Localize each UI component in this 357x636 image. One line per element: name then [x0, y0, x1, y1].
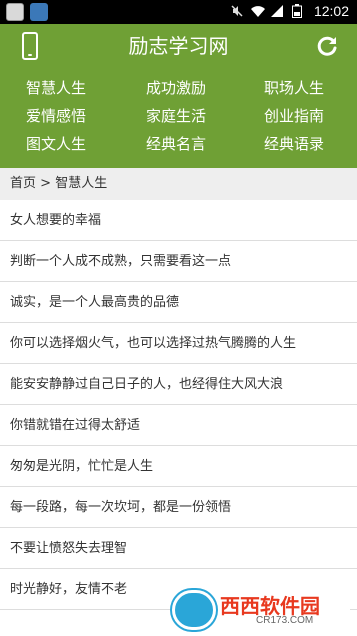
list-item[interactable]: 诚实，是一个人最高贵的品德 [0, 282, 357, 323]
wifi-icon [250, 4, 265, 18]
list-item[interactable]: 你错就错在过得太舒适 [0, 405, 357, 446]
notification-app-icon [6, 3, 24, 21]
breadcrumb-home[interactable]: 首页 [10, 176, 36, 191]
list-item[interactable]: 你可以选择烟火气，也可以选择过热气腾腾的人生 [0, 323, 357, 364]
battery-icon [290, 4, 304, 18]
notification-app-icon-2 [30, 3, 48, 21]
category-link[interactable]: 创业指南 [264, 106, 324, 126]
signal-icon [270, 4, 284, 18]
category-link[interactable]: 智慧人生 [26, 78, 86, 98]
app-header: 励志学习网 [0, 24, 357, 68]
category-link[interactable]: 经典名言 [146, 134, 206, 154]
watermark-logo: 西西软件园 CR173.COM [170, 588, 350, 632]
list-item[interactable]: 匆匆是光阴，忙忙是人生 [0, 446, 357, 487]
list-item[interactable]: 能安安静静过自己日子的人，也经得住大风大浪 [0, 364, 357, 405]
category-panel: 智慧人生 成功激励 职场人生 爱情感悟 家庭生活 创业指南 图文人生 经典名言 … [0, 68, 357, 168]
category-link[interactable]: 经典语录 [264, 134, 324, 154]
category-link[interactable]: 爱情感悟 [26, 106, 86, 126]
refresh-icon[interactable] [315, 34, 339, 58]
page-title: 励志学习网 [128, 34, 229, 58]
breadcrumb-separator: > [40, 176, 52, 191]
watermark-icon [172, 590, 216, 630]
category-link[interactable]: 职场人生 [264, 78, 324, 98]
category-link[interactable]: 图文人生 [26, 134, 86, 154]
status-bar: 12:02 [0, 0, 357, 24]
category-link[interactable]: 家庭生活 [146, 106, 206, 126]
list-item[interactable]: 女人想要的幸福 [0, 200, 357, 241]
watermark-url: CR173.COM [256, 615, 314, 626]
list-item[interactable]: 每一段路，每一次坎坷，都是一份领悟 [0, 487, 357, 528]
list-item[interactable]: 不要让愤怒失去理智 [0, 528, 357, 569]
list-item[interactable]: 判断一个人成不成熟，只需要看这一点 [0, 241, 357, 282]
clock: 12:02 [313, 3, 349, 19]
breadcrumb: 首页 > 智慧人生 [0, 168, 357, 200]
category-link[interactable]: 成功激励 [146, 78, 206, 98]
breadcrumb-current: 智慧人生 [55, 176, 108, 191]
article-list: 女人想要的幸福 判断一个人成不成熟，只需要看这一点 诚实，是一个人最高贵的品德 … [0, 200, 357, 610]
mute-icon [230, 4, 244, 18]
